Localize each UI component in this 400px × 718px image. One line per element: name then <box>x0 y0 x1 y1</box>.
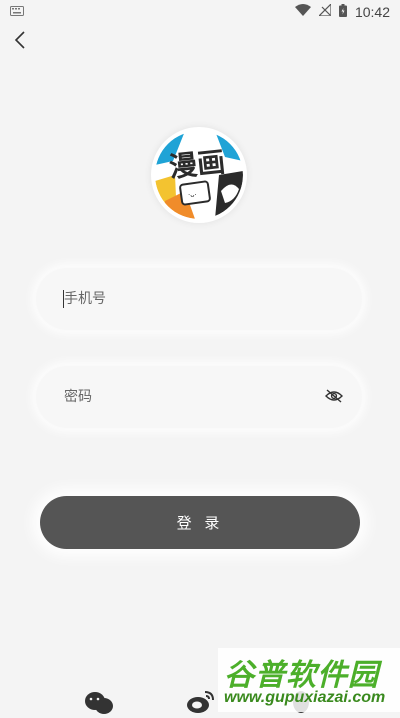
watermark-title: 谷普软件园 <box>224 658 379 693</box>
password-input[interactable] <box>64 366 334 428</box>
watermark-url: www.gupuxiazai.com <box>224 689 386 706</box>
no-signal-icon <box>317 2 332 20</box>
status-right: 10:42 <box>294 2 390 21</box>
phone-field[interactable] <box>36 268 362 330</box>
app-logo: ·ᴗ· 漫画 <box>151 127 247 223</box>
wechat-icon <box>84 692 114 718</box>
phone-input[interactable] <box>64 268 334 330</box>
wifi-icon <box>294 4 311 20</box>
wechat-login-button[interactable] <box>84 690 114 714</box>
weibo-login-button[interactable] <box>185 690 215 714</box>
password-field[interactable] <box>36 366 362 428</box>
eye-off-icon <box>325 388 343 407</box>
login-button[interactable]: 登 录 <box>40 496 360 549</box>
watermark: 谷普软件园 www.gupuxiazai.com <box>218 648 400 712</box>
svg-text:·ᴗ·: ·ᴗ· <box>188 191 197 199</box>
keyboard-icon <box>10 5 24 20</box>
status-bar: 10:42 <box>0 0 400 24</box>
weibo-icon <box>185 691 215 718</box>
logo-text: 漫画 <box>167 145 227 184</box>
status-left <box>10 5 24 20</box>
status-clock: 10:42 <box>354 4 390 20</box>
battery-icon <box>338 3 347 21</box>
chevron-left-icon <box>13 30 27 54</box>
back-button[interactable] <box>8 30 32 54</box>
password-visibility-toggle[interactable] <box>322 385 346 409</box>
login-button-label: 登 录 <box>176 514 224 532</box>
